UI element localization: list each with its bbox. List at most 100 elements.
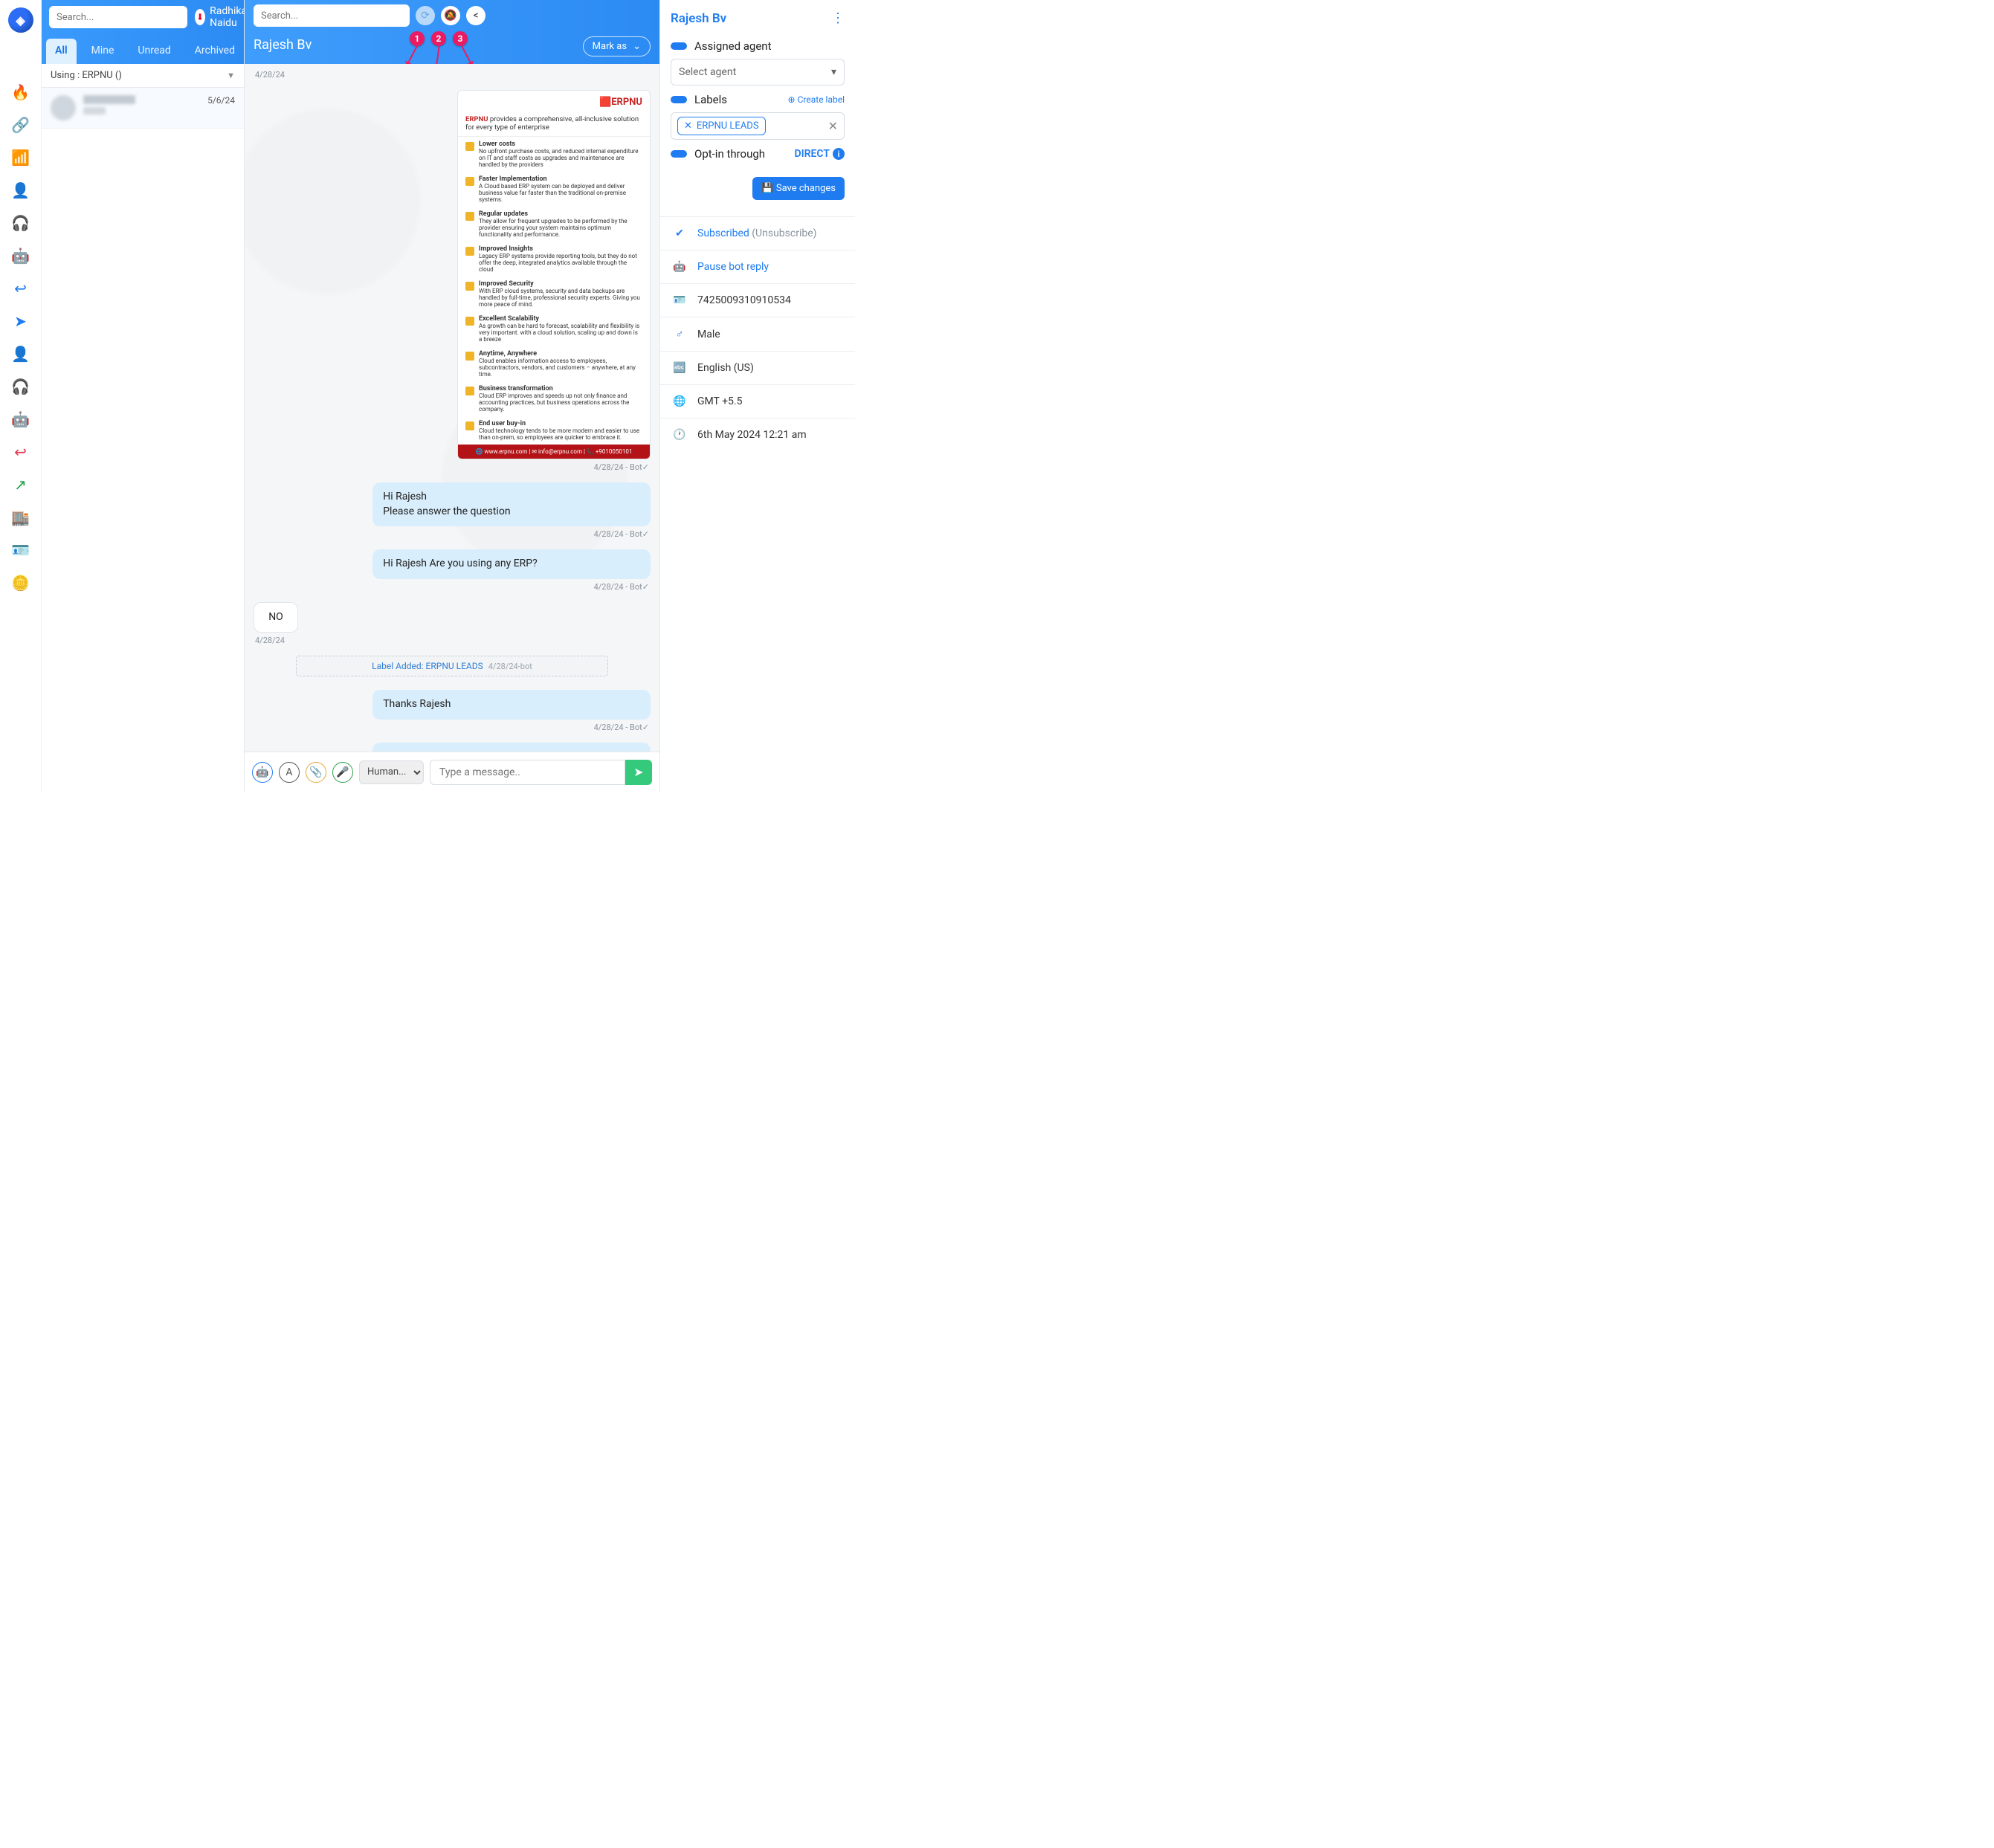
send-icon[interactable]: ➤ (12, 312, 30, 330)
reply-mode-select[interactable]: Human... (359, 760, 424, 784)
tab-all[interactable]: All (46, 39, 77, 64)
id-icon: 🪪 (672, 294, 687, 306)
gender-icon: ♂ (672, 328, 687, 340)
section-pill-icon (671, 96, 687, 103)
clock-icon: 🕐 (672, 429, 687, 441)
conversation-name-blurred (83, 95, 135, 104)
conversation-time: 5/6/24 (207, 95, 235, 120)
headset-red-icon[interactable]: 🎧 (12, 378, 30, 395)
voice-button[interactable]: 🎤 (332, 762, 353, 783)
system-label-text: Label Added: ERPNU LEADS (372, 661, 483, 671)
message-meta: 4/28/24 - Bot✓ (254, 529, 649, 539)
save-changes-button[interactable]: 💾 Save changes (752, 177, 845, 200)
message-date: 4/28/24 (255, 70, 649, 80)
bot-icon[interactable]: 🤖 (12, 247, 30, 265)
label-tag: ✕ERPNU LEADS (677, 117, 766, 135)
section-pill-icon (671, 42, 687, 50)
tab-unread[interactable]: Unread (129, 39, 179, 64)
create-label-button[interactable]: ⊕Create label (788, 94, 845, 105)
subscription-status[interactable]: Subscribed (Unsubscribe) (697, 227, 817, 239)
app-logo[interactable]: ◈ (8, 7, 33, 33)
system-label-meta: 4/28/24-bot (488, 662, 532, 671)
labels-section-label: Labels (694, 93, 727, 106)
bot-red-icon[interactable]: 🤖 (12, 410, 30, 428)
tab-mine[interactable]: Mine (83, 39, 123, 64)
card-lead-text: provides a comprehensive, all-inclusive … (465, 115, 639, 132)
store-icon[interactable]: 🏬 (12, 508, 30, 526)
reload-button[interactable]: ⟳ (416, 6, 435, 25)
info-icon[interactable]: i (833, 148, 845, 160)
select-agent-placeholder: Select agent (679, 66, 736, 78)
message-text: Hi Rajesh (383, 490, 640, 505)
list-search-input[interactable] (49, 6, 187, 28)
link-icon[interactable]: 🔗 (12, 116, 30, 134)
user-avatar-icon: ⬇ (195, 9, 205, 25)
message-meta: 4/28/24 (255, 636, 649, 645)
share-button[interactable]: < (466, 6, 485, 25)
message-text: Please answer the question (383, 505, 640, 520)
optin-label: Opt-in through (694, 147, 765, 161)
system-label-event: Label Added: ERPNU LEADS 4/28/24-bot (296, 656, 608, 676)
card-icon[interactable]: 🪪 (12, 541, 30, 559)
card-brand: 🟥ERPNU (465, 97, 642, 108)
contact-language: English (US) (697, 362, 754, 374)
conversation-item[interactable]: 5/6/24 (42, 88, 244, 129)
using-label: Using : ERPNU () (51, 70, 122, 81)
contact-created-at: 6th May 2024 12:21 am (697, 429, 807, 441)
coins-icon[interactable]: 🪙 (12, 574, 30, 592)
fire-icon[interactable]: 🔥 (12, 83, 30, 101)
globe-icon: 🌐 (672, 395, 687, 407)
message-meta: 4/28/24 - Bot✓ (254, 723, 649, 732)
assigned-agent-label: Assigned agent (694, 39, 771, 53)
notification-toggle-button[interactable]: 🔕 (441, 6, 460, 25)
bot-mode-button[interactable]: 🤖 (252, 762, 273, 783)
export-icon[interactable]: ↗ (12, 476, 30, 494)
mark-as-button[interactable]: Mark as ⌄ (583, 36, 651, 56)
using-selector[interactable]: Using : ERPNU () ▼ (42, 64, 244, 88)
message-card: 🟥ERPNU ERPNU provides a comprehensive, a… (457, 90, 651, 459)
message-outgoing: Thanks Rajesh (372, 690, 651, 720)
chevron-down-icon: ▾ (831, 66, 836, 78)
clear-labels-button[interactable]: ✕ (828, 119, 838, 133)
chevron-down-icon: ⌄ (633, 41, 641, 52)
conversation-avatar (51, 95, 76, 120)
contact-timezone: GMT +5.5 (697, 395, 742, 407)
bot-icon: 🤖 (672, 261, 687, 273)
labels-input[interactable]: ✕ERPNU LEADS ✕ (671, 112, 845, 140)
card-lead-brand: ERPNU (465, 115, 488, 123)
message-outgoing: Hi Rajesh Please answer the question (372, 482, 651, 526)
message-outgoing: Hi Rajesh Please share your email (372, 743, 651, 752)
detail-contact-name: Rajesh Bv (671, 11, 726, 26)
check-circle-icon: ✔ (672, 227, 687, 239)
card-footer: 🌐 www.erpnu.com | ✉ info@erpnu.com | 📞 +… (458, 445, 650, 459)
contact-id: 7425009310910534 (697, 294, 791, 306)
section-pill-icon (671, 150, 687, 158)
optin-value: DIRECTi (795, 148, 845, 160)
pause-bot-button[interactable]: Pause bot reply (697, 261, 769, 273)
card-features: Lower costsNo upfront purchase costs, an… (458, 137, 650, 445)
message-input[interactable] (430, 760, 625, 785)
message-outgoing: Hi Rajesh Are you using any ERP? (372, 549, 651, 579)
message-meta: 4/28/24 - Bot✓ (254, 462, 649, 472)
message-meta: 4/28/24 - Bot✓ (254, 582, 649, 592)
attach-button[interactable]: 📎 (306, 762, 326, 783)
reply-icon[interactable]: ↩ (12, 280, 30, 297)
text-style-button[interactable]: A (279, 762, 300, 783)
contact-gender: Male (697, 329, 720, 340)
language-icon: 🔤 (672, 362, 687, 374)
mark-as-label: Mark as (593, 41, 627, 52)
reply-red-icon[interactable]: ↩ (12, 443, 30, 461)
send-button[interactable]: ➤ (625, 760, 652, 785)
conversation-preview-blurred (83, 107, 106, 114)
user-red-icon[interactable]: 👤 (12, 345, 30, 363)
select-agent-dropdown[interactable]: Select agent ▾ (671, 59, 845, 85)
message-incoming: NO (254, 602, 298, 633)
chevron-down-icon: ▼ (227, 71, 235, 80)
user-icon[interactable]: 👤 (12, 181, 30, 199)
remove-tag-button[interactable]: ✕ (684, 120, 692, 132)
detail-menu-button[interactable]: ⋮ (831, 10, 845, 26)
tab-archived[interactable]: Archived (186, 39, 244, 64)
headset-icon[interactable]: 🎧 (12, 214, 30, 232)
chat-search-input[interactable] (254, 4, 410, 27)
wifi-icon[interactable]: 📶 (12, 149, 30, 167)
